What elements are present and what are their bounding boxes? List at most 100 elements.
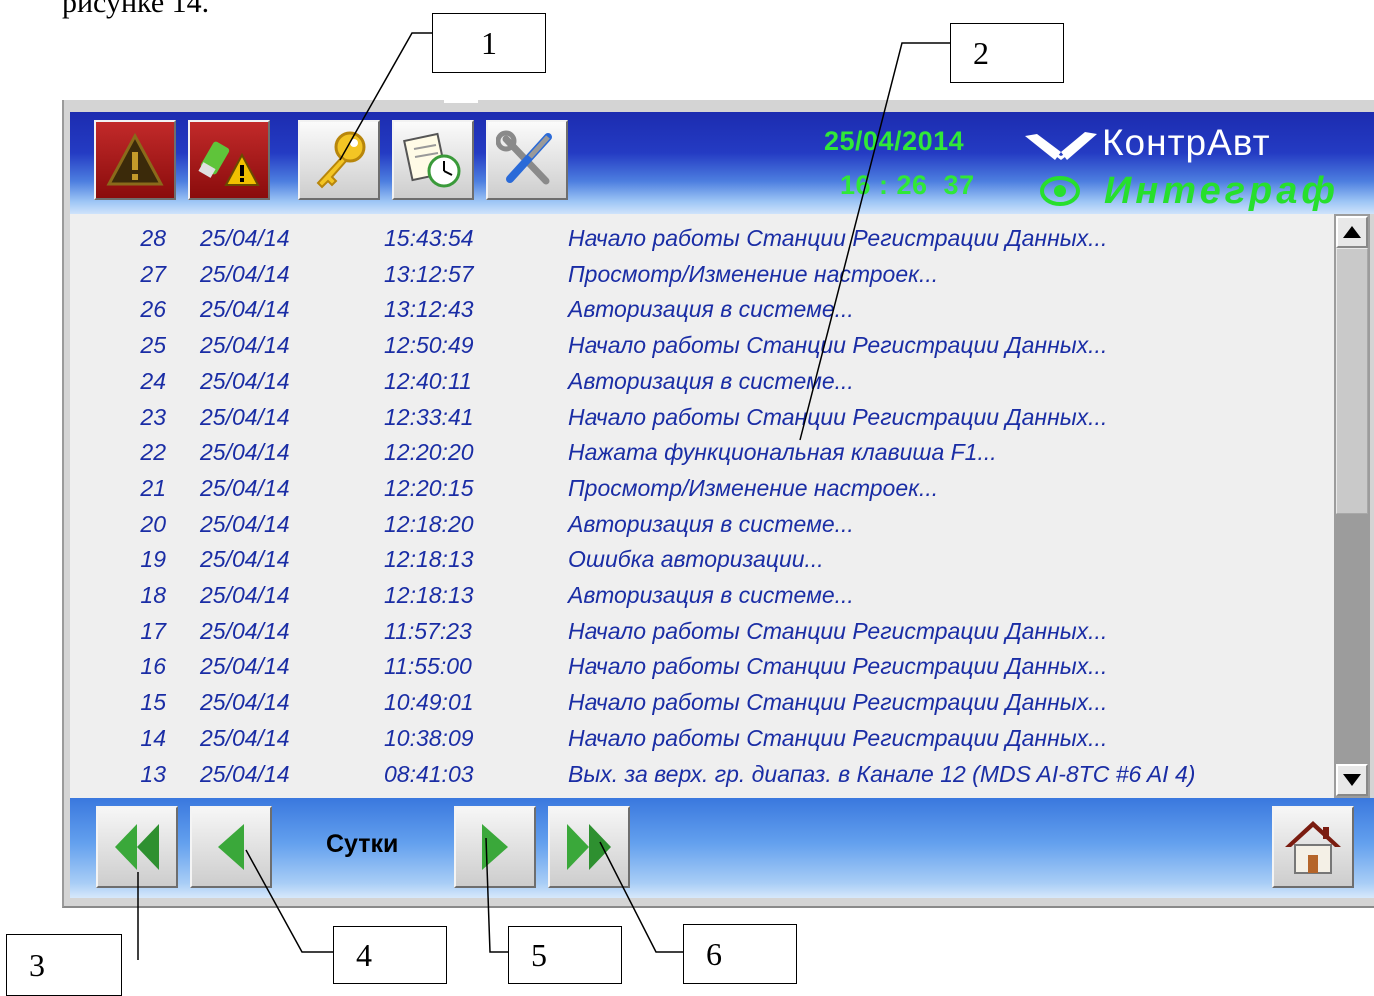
- log-row-time: 12:18:13: [384, 546, 474, 573]
- log-row[interactable]: 27 25/04/14 13:12:57 Просмотр/Изменение нас…: [70, 258, 1334, 294]
- log-row[interactable]: 14 25/04/14 10:38:09 Начало работы Станции …: [70, 722, 1334, 758]
- log-row-time: 15:43:54: [384, 225, 474, 251]
- log-row-time: 12:33:41: [384, 403, 474, 430]
- callout-1: 1: [432, 13, 546, 73]
- log-row[interactable]: 20 25/04/14 12:18:20 Авторизация в системе.…: [70, 508, 1334, 544]
- usb-alarm-button[interactable]: [188, 120, 270, 200]
- log-row-time: 10:38:09: [384, 724, 474, 751]
- log-row[interactable]: 19 25/04/14 12:18:13 Ошибка авторизации...: [70, 543, 1334, 579]
- log-row-time: 13:12:57: [384, 260, 474, 287]
- log-row-message: Вых. за верх. гр. диапаз. в Канале 12 (M…: [568, 760, 1196, 787]
- log-row-time: 11:57:23: [384, 617, 472, 644]
- settings-button[interactable]: [486, 120, 568, 200]
- log-row-number: 13: [140, 760, 166, 787]
- log-row-date: 25/04/14: [200, 367, 290, 394]
- log-row-message: Ошибка авторизации...: [568, 546, 824, 573]
- log-row-time: 12:18:13: [384, 582, 474, 608]
- log-row-message: Начало работы Станции Регистрации Данных…: [568, 332, 1108, 359]
- callout-4: 4: [333, 926, 447, 984]
- kontravt-logo-icon: [1025, 132, 1097, 160]
- log-row-date: 25/04/14: [200, 582, 290, 608]
- log-row-message: Авторизация в системе...: [568, 510, 854, 537]
- log-row[interactable]: 18 25/04/14 12:18:13 Авторизация в системе.…: [70, 579, 1334, 615]
- log-row-number: 17: [140, 617, 166, 644]
- log-row-number: 14: [140, 724, 166, 751]
- log-row-date: 25/04/14: [200, 724, 290, 751]
- event-log-window: 25/04/2014 16 : 26 37 КонтрАвт Интеграф …: [62, 100, 1374, 908]
- last-page-button[interactable]: [548, 806, 630, 888]
- callout-6: 6: [683, 924, 797, 984]
- log-row-time: 12:20:20: [384, 439, 474, 466]
- log-row-message: Начало работы Станции Регистрации Данных…: [568, 653, 1108, 680]
- alarm-button[interactable]: [94, 120, 176, 200]
- page-caption-text: рисунке 14.: [62, 0, 210, 19]
- log-row-time: 10:49:01: [384, 689, 474, 716]
- callout-3: 3: [6, 934, 122, 996]
- first-page-button[interactable]: [96, 806, 178, 888]
- log-row-date: 25/04/14: [200, 510, 290, 537]
- log-row[interactable]: 15 25/04/14 10:49:01 Начало работы Станции …: [70, 686, 1334, 722]
- log-row-message: Нажата функциональная клавиша F1...: [568, 439, 997, 466]
- log-row-date: 25/04/14: [200, 332, 290, 359]
- log-row-number: 20: [140, 510, 166, 537]
- right-arrow-icon: [482, 824, 508, 870]
- log-row-time: 13:12:43: [384, 296, 474, 323]
- log-row-date: 25/04/14: [200, 225, 290, 251]
- log-row-number: 18: [140, 582, 166, 608]
- log-row-time: 12:18:20: [384, 510, 474, 537]
- log-row-number: 28: [140, 225, 166, 251]
- log-row-date: 25/04/14: [200, 617, 290, 644]
- log-row-message: Авторизация в системе...: [568, 367, 854, 394]
- log-row-message: Авторизация в системе...: [568, 582, 854, 608]
- company-logo-text: КонтрАвт: [1102, 122, 1271, 163]
- log-row[interactable]: 21 25/04/14 12:20:15 Просмотр/Изменение нас…: [70, 472, 1334, 508]
- log-row-date: 25/04/14: [200, 546, 290, 573]
- tools-icon: [496, 130, 552, 185]
- log-row[interactable]: 17 25/04/14 11:57:23 Начало работы Станции …: [70, 615, 1334, 651]
- log-row-time: 12:50:49: [384, 332, 474, 359]
- next-page-button[interactable]: [454, 806, 536, 888]
- log-row[interactable]: 13 25/04/14 08:41:03 Вых. за верх. гр. диап…: [70, 758, 1334, 794]
- log-row[interactable]: 22 25/04/14 12:20:20 Нажата функциональная …: [70, 436, 1334, 472]
- log-row-number: 24: [140, 367, 166, 394]
- log-row-number: 15: [140, 689, 166, 716]
- scroll-down-button[interactable]: [1336, 764, 1368, 796]
- log-row-date: 25/04/14: [200, 689, 290, 716]
- event-log-list[interactable]: 28 25/04/14 15:43:54 Начало работы Станции …: [70, 214, 1334, 798]
- top-toolbar: 25/04/2014 16 : 26 37 КонтрАвт Интеграф: [70, 112, 1374, 214]
- log-row-date: 25/04/14: [200, 439, 290, 466]
- usb-warning-icon: [198, 141, 260, 186]
- schedule-button[interactable]: [392, 120, 474, 200]
- scroll-up-button[interactable]: [1336, 216, 1368, 248]
- log-row-number: 25: [140, 332, 166, 359]
- log-row-number: 23: [140, 403, 166, 430]
- previous-page-button[interactable]: [190, 806, 272, 888]
- log-row-number: 26: [140, 296, 166, 323]
- navigation-bar: Сутки: [70, 798, 1374, 898]
- log-row-message: Начало работы Станции Регистрации Данных…: [568, 403, 1108, 430]
- log-scrollbar[interactable]: [1334, 214, 1370, 798]
- current-date: 25/04/2014: [824, 126, 965, 156]
- log-row[interactable]: 25 25/04/14 12:50:49 Начало работы Станции …: [70, 329, 1334, 365]
- log-row[interactable]: 16 25/04/14 11:55:00 Начало работы Станции …: [70, 650, 1334, 686]
- alarm-warning-icon: [106, 132, 164, 186]
- log-row-number: 19: [140, 546, 166, 573]
- log-row[interactable]: 23 25/04/14 12:33:41 Начало работы Станции …: [70, 401, 1334, 437]
- log-row-date: 25/04/14: [200, 403, 290, 430]
- current-time: 16 : 26 37: [840, 170, 975, 200]
- log-row-date: 25/04/14: [200, 760, 290, 787]
- log-row-message: Начало работы Станции Регистрации Данных…: [568, 689, 1108, 716]
- log-row-time: 12:40:11: [384, 367, 472, 394]
- log-row-message: Авторизация в системе...: [568, 296, 854, 323]
- log-row-message: Начало работы Станции Регистрации Данных…: [568, 617, 1108, 644]
- authorization-button[interactable]: [298, 120, 380, 200]
- home-button[interactable]: [1272, 806, 1354, 888]
- log-row[interactable]: 28 25/04/14 15:43:54 Начало работы Станции …: [70, 222, 1334, 258]
- log-row-date: 25/04/14: [200, 474, 290, 501]
- log-row-message: Начало работы Станции Регистрации Данных…: [568, 724, 1108, 751]
- log-row-number: 27: [140, 260, 166, 287]
- scroll-thumb[interactable]: [1336, 248, 1368, 514]
- period-label: Сутки: [326, 830, 399, 858]
- log-row[interactable]: 26 25/04/14 13:12:43 Авторизация в системе.…: [70, 293, 1334, 329]
- log-row[interactable]: 24 25/04/14 12:40:11 Авторизация в системе.…: [70, 365, 1334, 401]
